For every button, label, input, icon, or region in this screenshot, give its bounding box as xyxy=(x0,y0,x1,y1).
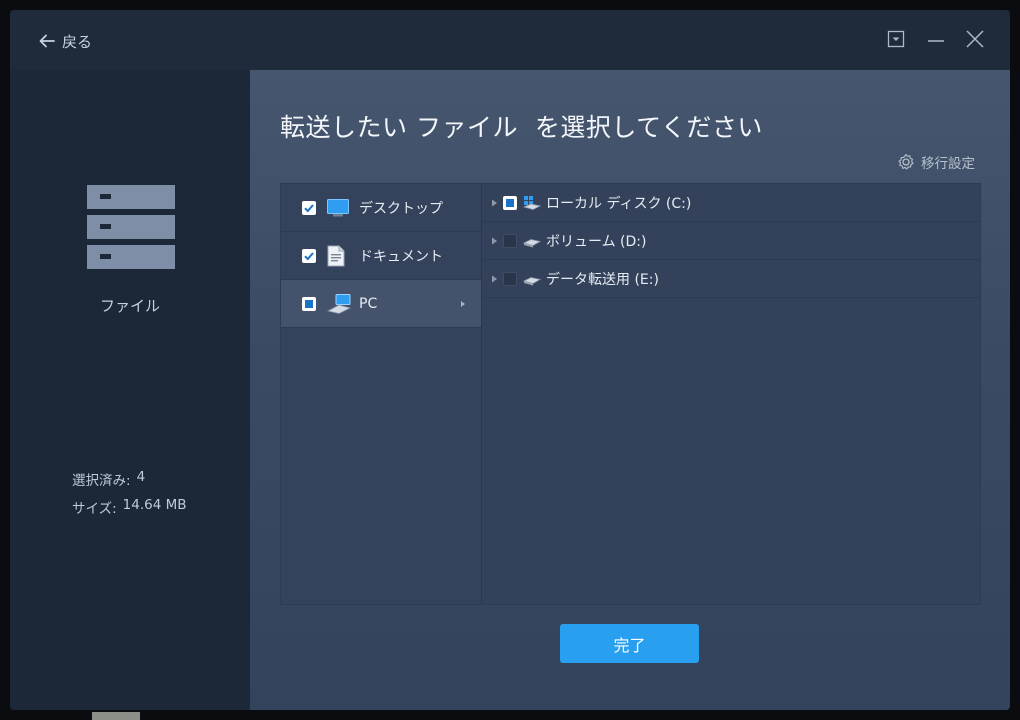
category-label: ファイル xyxy=(99,297,160,315)
system-drive-icon xyxy=(523,195,541,210)
drive-label: ボリューム (D:) xyxy=(546,233,647,250)
selected-count-row: 選択済み: 4 xyxy=(72,469,145,489)
list-item-label: デスクトップ xyxy=(359,200,443,217)
drive-icon xyxy=(523,238,541,247)
drive-row-e[interactable]: データ転送用 (E:) xyxy=(482,260,980,298)
minimize-button[interactable] xyxy=(926,29,948,51)
back-button[interactable]: 戻る xyxy=(38,29,92,53)
expand-arrow-icon[interactable] xyxy=(491,199,498,207)
checkbox-drive-c[interactable] xyxy=(503,195,517,210)
drive-list: ローカル ディスク (C:) ボリューム (D:) データ転送用 (E:) xyxy=(482,184,980,604)
checkbox-pc[interactable] xyxy=(302,296,316,311)
list-item-label: PC xyxy=(359,295,378,312)
chevron-right-icon xyxy=(461,300,465,307)
expand-arrow-icon[interactable] xyxy=(491,275,498,283)
sidebar: ファイル 選択済み: 4 サイズ: 14.64 MB xyxy=(10,70,250,710)
expand-arrow-icon[interactable] xyxy=(491,237,498,245)
checkbox-drive-e[interactable] xyxy=(503,271,517,286)
list-item-desktop[interactable]: デスクトップ xyxy=(281,184,481,232)
gear-icon xyxy=(898,153,914,170)
drive-label: データ転送用 (E:) xyxy=(546,271,659,288)
desktop-icon xyxy=(327,198,349,216)
checkbox-desktop[interactable] xyxy=(302,200,316,215)
drive-row-c[interactable]: ローカル ディスク (C:) xyxy=(482,184,980,222)
selected-count: 4 xyxy=(136,469,146,485)
taskbar-thumbnail xyxy=(92,712,140,720)
list-item-pc[interactable]: PC xyxy=(281,280,481,328)
settings-label: 移行設定 xyxy=(921,156,975,172)
minimize-icon xyxy=(928,40,944,42)
close-icon xyxy=(966,30,984,48)
file-selection-panel: デスクトップ ドキュメント PC ローカル ディスク (C:) ボリューム (D… xyxy=(280,183,981,605)
selected-label: 選択済み: xyxy=(72,473,131,489)
close-button[interactable] xyxy=(965,29,987,51)
category-list: デスクトップ ドキュメント PC xyxy=(281,184,482,604)
arrow-left-icon xyxy=(39,34,55,48)
page-title: 転送したい ファイル を選択してください xyxy=(280,113,763,142)
drive-icon xyxy=(523,276,541,285)
checkbox-drive-d[interactable] xyxy=(503,233,517,248)
back-label: 戻る xyxy=(62,32,93,51)
document-icon xyxy=(327,245,345,266)
drive-row-d[interactable]: ボリューム (D:) xyxy=(482,222,980,260)
done-button[interactable]: 完了 xyxy=(560,624,699,663)
size-value: 14.64 MB xyxy=(122,497,187,513)
drive-label: ローカル ディスク (C:) xyxy=(546,195,692,212)
server-icon xyxy=(87,185,175,269)
title-bar: 戻る xyxy=(10,10,1010,70)
list-item-documents[interactable]: ドキュメント xyxy=(281,232,481,280)
dropdown-icon xyxy=(887,30,905,48)
app-window: 戻る ファイル 選択済み: 4 サイズ: 14.64 MB 転送したい ファイル… xyxy=(10,10,1010,710)
checkbox-documents[interactable] xyxy=(302,248,316,263)
size-label: サイズ: xyxy=(72,501,117,517)
list-item-label: ドキュメント xyxy=(359,248,443,265)
dropdown-menu-button[interactable] xyxy=(886,29,908,51)
main-panel: 転送したい ファイル を選択してください 移行設定 デスクトップ ドキュメント … xyxy=(250,70,1010,710)
pc-icon xyxy=(327,293,351,314)
size-row: サイズ: 14.64 MB xyxy=(72,497,187,517)
migration-settings-button[interactable]: 移行設定 xyxy=(897,152,975,172)
